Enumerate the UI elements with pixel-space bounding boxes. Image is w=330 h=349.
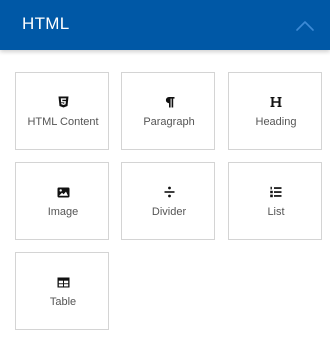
heading-icon: [229, 95, 323, 109]
block-image[interactable]: Image: [15, 162, 109, 240]
chevron-up-icon[interactable]: [290, 13, 320, 37]
block-label: Heading: [255, 116, 297, 128]
block-label: HTML Content: [27, 116, 99, 128]
panel-title: HTML: [22, 14, 70, 33]
block-divider[interactable]: Divider: [121, 162, 215, 240]
block-table[interactable]: Table: [15, 252, 109, 330]
block-label: Paragraph: [143, 116, 195, 128]
block-paragraph[interactable]: Paragraph: [121, 72, 215, 150]
divide-icon: [122, 185, 216, 199]
block-heading[interactable]: Heading: [228, 72, 322, 150]
image-icon: [16, 185, 110, 199]
table-icon: [16, 275, 110, 289]
block-label: List: [267, 206, 285, 218]
pilcrow-icon: [122, 95, 216, 109]
block-label: Table: [49, 296, 77, 308]
block-list[interactable]: List: [228, 162, 322, 240]
html5-icon: [16, 95, 110, 109]
block-html-content[interactable]: HTML Content: [15, 72, 109, 150]
list-ol-icon: [229, 185, 323, 199]
block-label: Image: [47, 206, 79, 218]
block-label: Divider: [151, 206, 187, 218]
panel-header[interactable]: HTML: [0, 0, 330, 50]
